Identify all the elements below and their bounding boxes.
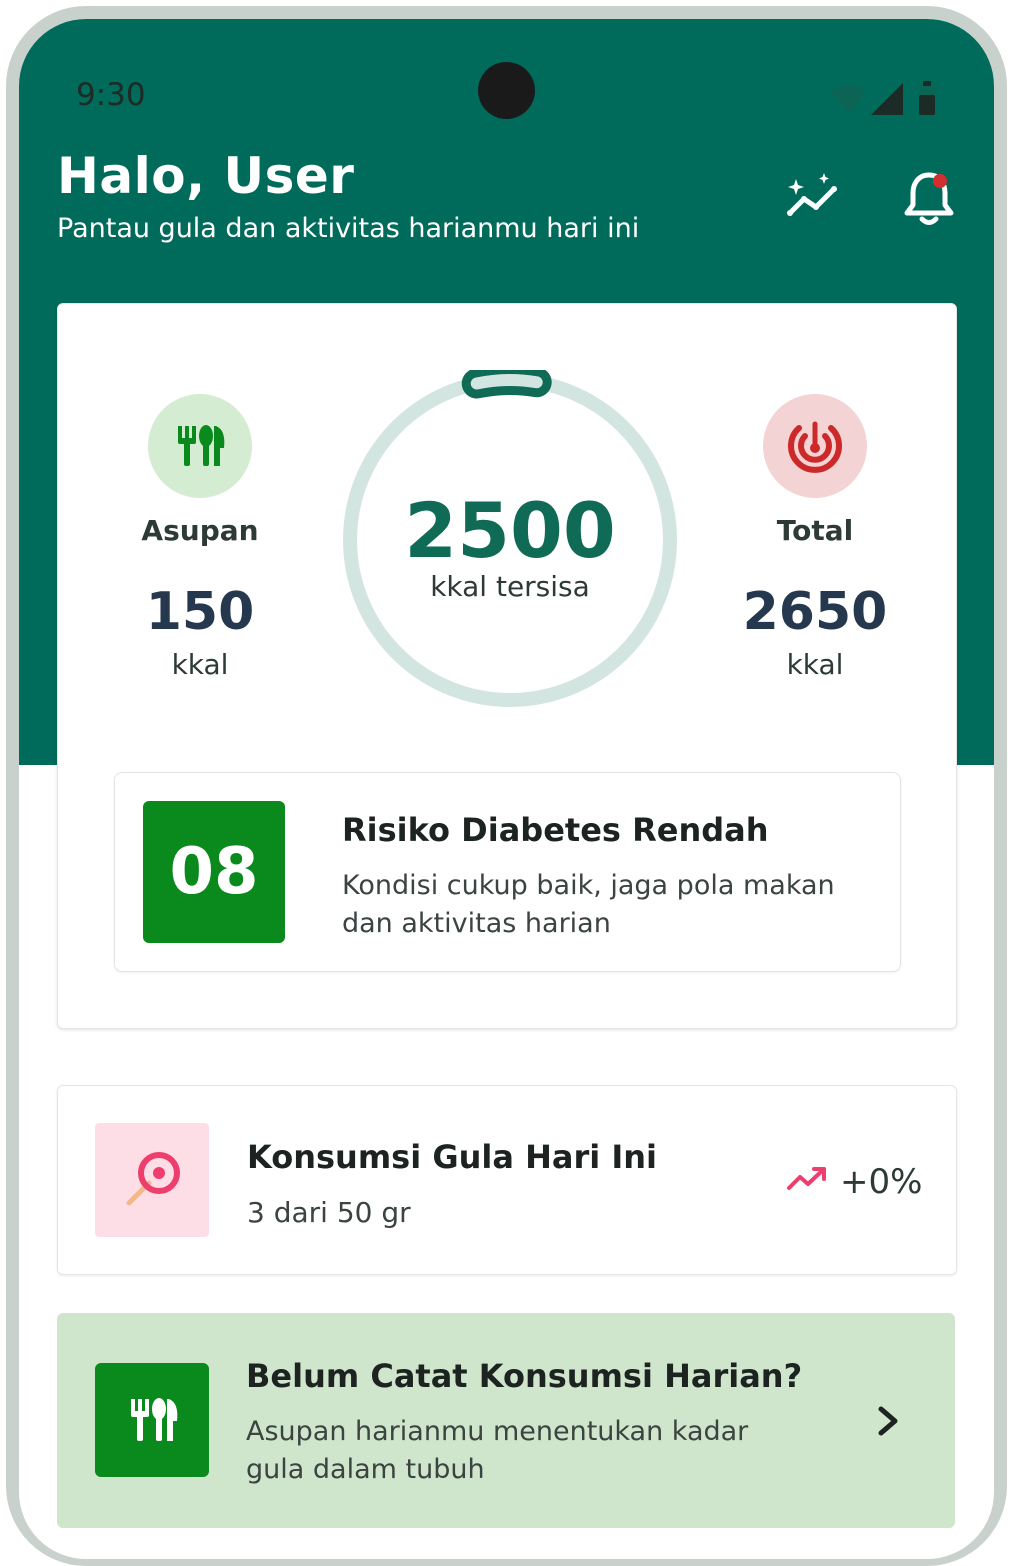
risk-title: Risiko Diabetes Rendah bbox=[342, 811, 769, 849]
sugar-consumption-card[interactable]: Konsumsi Gula Hari Ini 3 dari 50 gr +0% bbox=[57, 1085, 957, 1275]
wifi-icon bbox=[831, 85, 867, 113]
risk-description: Kondisi cukup baik, jaga pola makan dan … bbox=[342, 870, 835, 939]
target-icon bbox=[788, 421, 842, 473]
intake-value: 150 bbox=[145, 582, 255, 642]
status-time: 9:30 bbox=[76, 77, 146, 113]
utensils-icon bbox=[178, 425, 225, 466]
log-icon-badge bbox=[95, 1363, 209, 1477]
sugar-icon-badge bbox=[95, 1123, 209, 1237]
total-label: Total bbox=[776, 514, 854, 547]
status-icons bbox=[831, 81, 935, 115]
total-unit: kkal bbox=[786, 648, 844, 681]
sugar-title: Konsumsi Gula Hari Ini bbox=[247, 1138, 657, 1176]
log-consumption-card[interactable]: Belum Catat Konsumsi Harian? Asupan hari… bbox=[57, 1313, 955, 1528]
total-value: 2650 bbox=[742, 582, 888, 642]
notification-badge bbox=[933, 174, 947, 188]
intake-icon-badge bbox=[148, 394, 252, 498]
insights-icon[interactable] bbox=[784, 169, 844, 229]
intake-unit: kkal bbox=[171, 648, 229, 681]
log-description: Asupan harianmu menentukan kadar gula da… bbox=[246, 1416, 749, 1485]
camera-cutout bbox=[478, 62, 535, 119]
lollipop-icon bbox=[126, 1152, 180, 1206]
trend-up-icon bbox=[787, 1167, 826, 1190]
remaining-value: 2500 bbox=[404, 486, 616, 575]
signal-icon bbox=[871, 83, 903, 115]
utensils-icon bbox=[131, 1398, 178, 1441]
risk-score-badge: 08 bbox=[143, 801, 285, 943]
total-icon-badge bbox=[763, 394, 867, 498]
log-title: Belum Catat Konsumsi Harian? bbox=[246, 1357, 803, 1395]
chevron-right-icon[interactable] bbox=[873, 1401, 903, 1441]
remaining-caption: kkal tersisa bbox=[430, 570, 590, 603]
intake-label: Asupan bbox=[141, 514, 259, 547]
notification-bell-icon[interactable] bbox=[899, 169, 959, 229]
sugar-amount: 3 dari 50 gr bbox=[247, 1196, 411, 1229]
calorie-summary-card: Asupan 150 kkal 2500 kkal tersisa Total … bbox=[57, 303, 957, 1029]
greeting-title: Halo, User bbox=[57, 147, 355, 205]
greeting-subtitle: Pantau gula dan aktivitas harianmu hari … bbox=[57, 213, 640, 244]
app-screen: 9:30 Halo, User Pantau gula dan aktivita… bbox=[19, 19, 994, 1559]
diabetes-risk-card[interactable]: 08 Risiko Diabetes Rendah Kondisi cukup … bbox=[114, 772, 901, 972]
sugar-trend-value: +0% bbox=[840, 1162, 923, 1202]
